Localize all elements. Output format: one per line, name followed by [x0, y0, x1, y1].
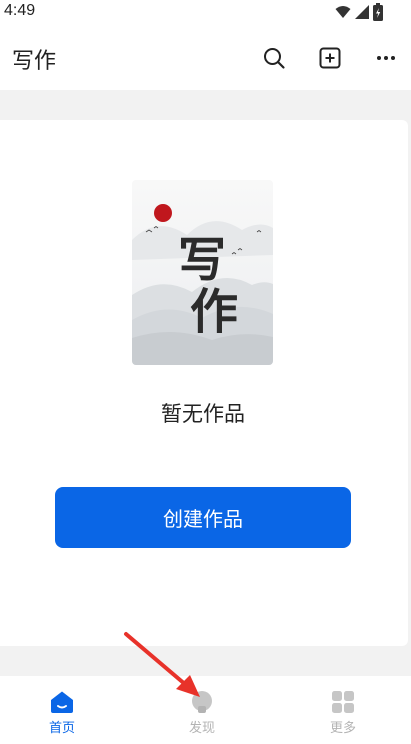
cover-title-line1: 写 — [178, 232, 226, 288]
nav-item-home[interactable]: 首页 — [22, 676, 102, 744]
status-icons — [335, 3, 383, 21]
discover-icon — [192, 691, 212, 713]
ink-landscape-illustration: 写 作 — [132, 180, 273, 365]
page-title: 写作 — [12, 49, 57, 74]
status-bar: 4:49 — [0, 0, 411, 26]
wifi-icon — [335, 6, 351, 18]
add-square-icon — [319, 47, 341, 69]
cellular-signal-icon — [355, 5, 369, 19]
create-work-button[interactable]: 创建作品 — [55, 487, 351, 548]
nav-item-discover[interactable]: 发现 — [162, 676, 242, 744]
nav-label-discover: 发现 — [188, 721, 215, 736]
nav-label-more: 更多 — [329, 721, 356, 736]
status-time: 4:49 — [4, 2, 36, 19]
home-icon — [51, 691, 73, 713]
grid-more-icon — [332, 691, 354, 713]
red-sun-icon — [154, 204, 172, 222]
battery-icon — [373, 3, 383, 21]
more-options-button[interactable] — [372, 44, 400, 72]
app-bar: 写作 — [0, 26, 411, 90]
empty-works-card: 写 作 暂无作品 创建作品 — [0, 120, 408, 646]
cover-title-line2: 作 — [190, 284, 238, 340]
empty-state-message: 暂无作品 — [161, 402, 245, 426]
writing-cover-illustration: 写 作 — [132, 180, 273, 365]
search-icon — [264, 48, 285, 69]
nav-label-home: 首页 — [48, 721, 75, 736]
more-dots-icon — [377, 56, 395, 60]
bottom-navigation: 首页 发现 更多 — [0, 676, 411, 744]
new-work-button[interactable] — [316, 44, 344, 72]
search-button[interactable] — [260, 44, 288, 72]
nav-item-more[interactable]: 更多 — [303, 676, 383, 744]
